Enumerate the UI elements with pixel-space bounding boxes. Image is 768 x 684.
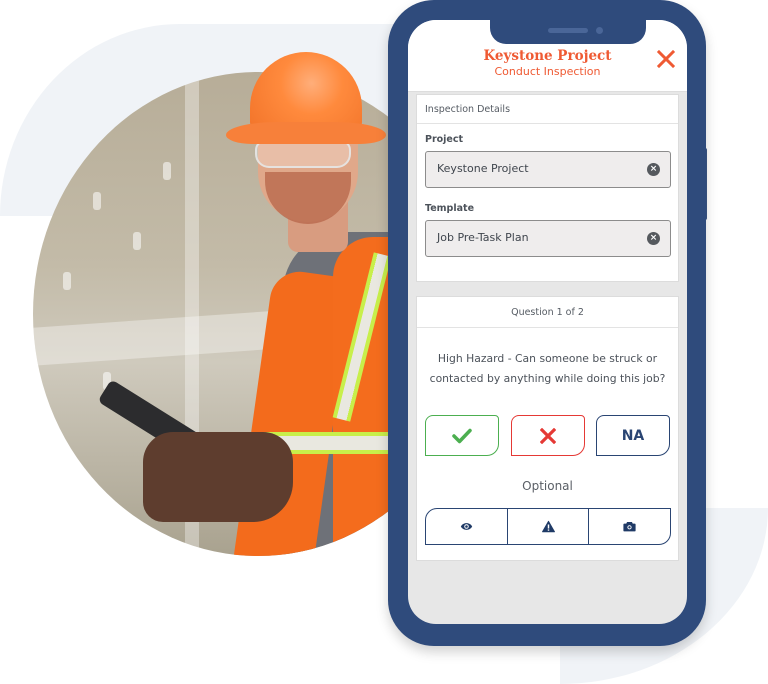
hard-hat-dome — [250, 52, 362, 130]
answer-yes-button[interactable] — [425, 415, 499, 456]
hard-hat-brim — [226, 122, 386, 144]
speaker-grille — [548, 28, 588, 33]
answer-na-label: NA — [621, 427, 645, 444]
eye-icon — [460, 523, 473, 530]
hazard-button[interactable] — [508, 509, 590, 544]
wall-patch — [163, 162, 171, 180]
phone-frame: Keystone Project Conduct Inspection Insp… — [388, 0, 706, 646]
answer-no-button[interactable] — [511, 415, 585, 456]
clear-circle-icon[interactable]: × — [647, 232, 660, 245]
template-value: Job Pre-Task Plan — [437, 231, 529, 244]
template-field[interactable]: Job Pre-Task Plan × — [425, 220, 671, 257]
work-gloves — [143, 432, 293, 522]
project-value: Keystone Project — [437, 162, 529, 175]
app-title: Keystone Project — [483, 48, 612, 64]
phone-notch — [490, 20, 646, 44]
checkmark-icon — [452, 428, 472, 443]
observation-button[interactable] — [426, 509, 508, 544]
warning-icon — [541, 520, 555, 533]
card-heading: Inspection Details — [417, 95, 678, 124]
clear-circle-icon[interactable]: × — [647, 163, 660, 176]
wall-patch — [63, 272, 71, 290]
optional-label: Optional — [522, 479, 573, 493]
optional-actions — [425, 508, 671, 545]
close-icon — [656, 49, 676, 69]
question-counter: Question 1 of 2 — [417, 297, 678, 328]
photo-button[interactable] — [589, 509, 670, 544]
close-button[interactable] — [655, 49, 677, 72]
wall-patch — [133, 232, 141, 250]
answer-na-button[interactable]: NA — [596, 415, 670, 456]
front-camera — [596, 27, 603, 34]
hard-hat — [226, 52, 386, 148]
wall-patch — [93, 192, 101, 210]
camera-icon — [623, 522, 636, 532]
inspection-details-card: Inspection Details Project Keystone Proj… — [416, 94, 679, 282]
template-label: Template — [425, 203, 475, 214]
app-subtitle: Conduct Inspection — [494, 65, 601, 78]
project-field[interactable]: Keystone Project × — [425, 151, 671, 188]
x-icon — [540, 427, 556, 444]
project-label: Project — [425, 134, 464, 145]
question-text: High Hazard - Can someone be struck or c… — [429, 352, 666, 385]
question-card: Question 1 of 2 High Hazard - Can someon… — [416, 296, 679, 561]
phone-screen: Keystone Project Conduct Inspection Insp… — [408, 20, 687, 624]
